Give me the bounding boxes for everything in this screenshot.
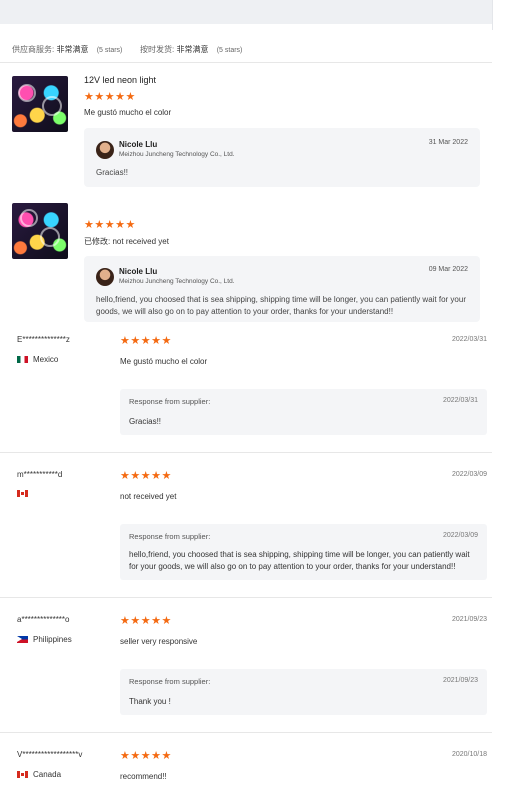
rating-stars: ★★★★★ — [120, 335, 172, 347]
rating-stars: ★★★★★ — [120, 615, 172, 627]
rating-stars: ★★★★★ — [120, 750, 172, 762]
reviewer-name: V******************v — [17, 750, 83, 759]
reply-company: Meizhou Juncheng Technology Co., Ltd. — [119, 278, 235, 285]
review-date: 2022/03/09 — [451, 471, 487, 478]
reply-date: 09 Mar 2022 — [428, 266, 468, 273]
reply-text: Gracias!! — [96, 168, 129, 177]
review-comment: seller very responsive — [120, 637, 198, 646]
rating-stars: ★★★★★ — [120, 470, 172, 482]
divider — [0, 597, 492, 598]
supplier-response-box: Response from supplier: 2022/03/31 Graci… — [120, 389, 487, 435]
reply-author-name: Nicole Llu — [119, 267, 158, 276]
reviewer-country — [17, 490, 33, 497]
response-text: hello,friend, you choosed that is sea sh… — [129, 550, 470, 571]
response-label: Response from supplier: — [129, 532, 211, 541]
response-text: Thank you ! — [129, 697, 171, 706]
reviewer-name: m***********d — [17, 470, 63, 479]
response-text: Gracias!! — [129, 417, 162, 426]
reviewer-country: Canada — [17, 770, 61, 779]
supplier-reply-card: Nicole Llu Meizhou Juncheng Technology C… — [84, 128, 480, 187]
rating-stars: ★★★★★ — [84, 219, 136, 231]
reviewer-name: a**************o — [17, 615, 70, 624]
divider — [0, 452, 492, 453]
reply-text: hello,friend, you choosed that is sea sh… — [96, 295, 466, 316]
supplier-response-box: Response from supplier: 2022/03/09 hello… — [120, 524, 487, 580]
panel-edge — [492, 0, 493, 30]
review-comment: Me gustó mucho el color — [84, 108, 172, 117]
divider — [0, 732, 492, 733]
response-date: 2022/03/31 — [442, 397, 478, 404]
product-thumbnail[interactable] — [12, 76, 68, 132]
supplier-service-rating: 供应商服务: 非常满意 (5 stars) — [12, 45, 123, 54]
on-time-shipping-rating: 按时发货: 非常满意 (5 stars) — [140, 45, 243, 54]
reviewer-country: Mexico — [17, 355, 58, 364]
review-comment: not received yet — [120, 492, 177, 501]
reviewer-name: E**************z — [17, 335, 70, 344]
philippines-flag-icon — [17, 636, 28, 643]
review-comment: 已修改: not received yet — [84, 237, 169, 246]
supplier-response-box: Response from supplier: 2021/09/23 Thank… — [120, 669, 487, 715]
product-thumbnail[interactable] — [12, 203, 68, 259]
review-date: 2022/03/31 — [451, 336, 487, 343]
response-label: Response from supplier: — [129, 397, 211, 406]
response-label: Response from supplier: — [129, 677, 211, 686]
reply-author-name: Nicole Llu — [119, 140, 158, 149]
canada-flag-icon — [17, 490, 28, 497]
review-date: 2021/09/23 — [451, 616, 487, 623]
top-header-bar — [0, 0, 492, 24]
reviewer-country: Philippines — [17, 635, 72, 644]
reply-company: Meizhou Juncheng Technology Co., Ltd. — [119, 151, 235, 158]
avatar — [96, 141, 114, 159]
product-title[interactable]: 12V led neon light — [84, 75, 156, 85]
response-date: 2022/03/09 — [442, 532, 478, 539]
response-date: 2021/09/23 — [442, 677, 478, 684]
supplier-reply-card: Nicole Llu Meizhou Juncheng Technology C… — [84, 256, 480, 322]
canada-flag-icon — [17, 771, 28, 778]
rating-stars: ★★★★★ — [84, 91, 136, 103]
review-comment: recommend!! — [120, 772, 167, 781]
reply-date: 31 Mar 2022 — [428, 139, 468, 146]
avatar — [96, 268, 114, 286]
review-comment: Me gustó mucho el color — [120, 357, 208, 366]
service-ratings: 供应商服务: 非常满意 (5 stars) 按时发货: 非常满意 (5 star… — [12, 44, 492, 55]
review-date: 2020/10/18 — [451, 751, 487, 758]
divider — [0, 62, 492, 63]
mexico-flag-icon — [17, 356, 28, 363]
